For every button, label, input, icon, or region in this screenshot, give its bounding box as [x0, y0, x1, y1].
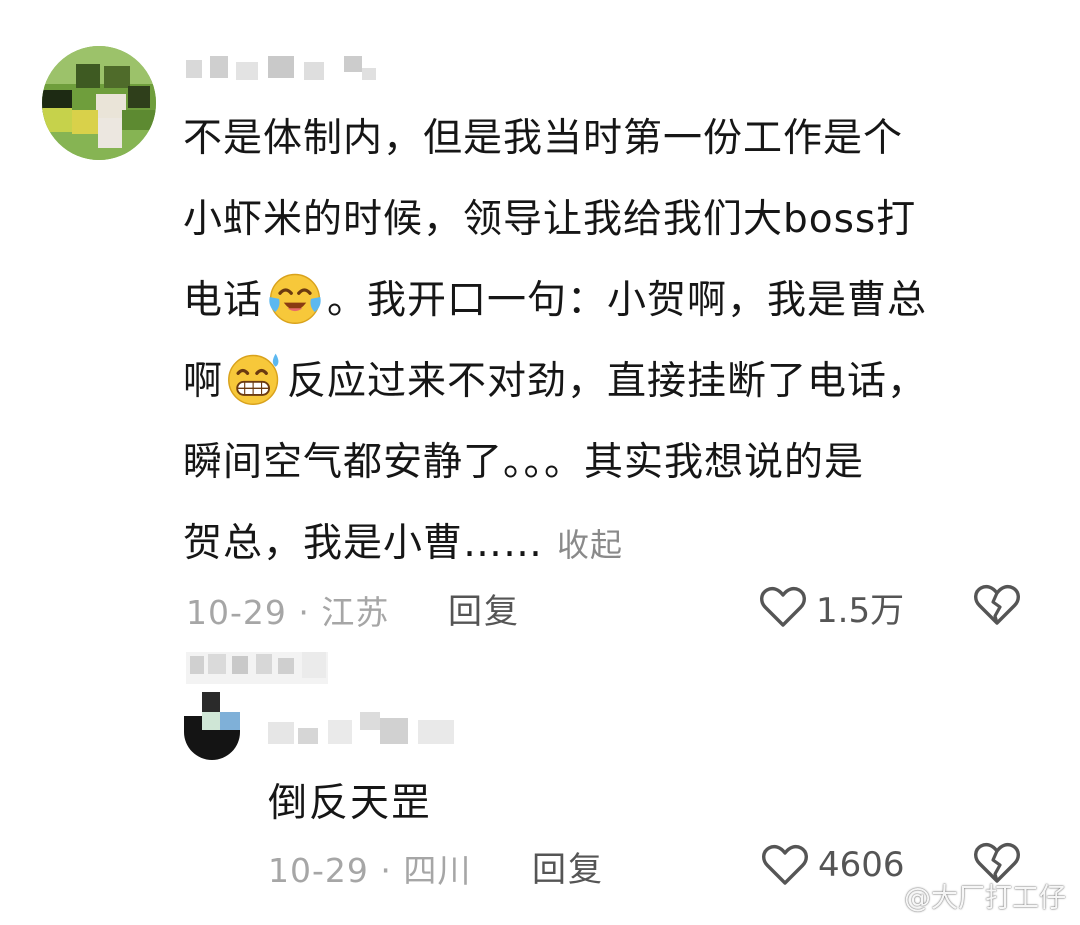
like-count: 1.5万 [816, 590, 905, 631]
comment-date-location: 10-29 · 江苏 [186, 593, 390, 632]
weibo-watermark: @大厂打工仔 [860, 876, 1066, 915]
comment-meta-row: 10-29 · 江苏 回复 1.5万 [186, 580, 1036, 634]
comment-line: 小虾米的时候，领导让我给我们大boss打 [183, 197, 917, 242]
collapse-link[interactable]: 收起 [557, 526, 623, 564]
comment-line: 不是体制内，但是我当时第一份工作是个 [183, 116, 904, 161]
comment-line: 电话 [183, 278, 264, 323]
commenter-avatar[interactable] [42, 46, 156, 160]
dislike-button[interactable] [974, 584, 1020, 634]
like-button[interactable]: 1.5万 [760, 580, 904, 634]
comment-line: 反应过来不对劲，直接挂断了电话， [287, 359, 928, 404]
commenter-username-blurred[interactable] [186, 56, 382, 82]
watermark-text: @大厂打工仔 [904, 883, 1066, 914]
crying-laughing-emoji [269, 273, 321, 324]
reply-reply-button[interactable]: 回复 [532, 842, 604, 891]
reply-button[interactable]: 回复 [448, 584, 520, 633]
broken-heart-icon [974, 584, 1020, 625]
comment-line: 贺总，我是小曹…… [183, 521, 544, 566]
comment-text: 不是体制内，但是我当时第一份工作是个 小虾米的时候，领导让我给我们大boss打 … [183, 98, 1023, 586]
replier-avatar[interactable] [184, 690, 240, 760]
replier-username-blurred[interactable] [268, 708, 458, 748]
reply-date-location: 10-29 · 四川 [268, 851, 472, 890]
sweat-grin-emoji [228, 353, 279, 405]
reply-text: 倒反天罡 [268, 781, 433, 826]
reply-context-blurred [186, 646, 328, 686]
weibo-logo-icon [861, 882, 898, 911]
heart-icon [762, 844, 808, 885]
comment-line: 啊 [183, 359, 224, 404]
heart-icon [760, 586, 806, 627]
comment-line: 。我开口一句：小贺啊，我是曹总 [327, 278, 928, 323]
comment-line: 瞬间空气都安静了。。。其实我想说的是 [183, 440, 865, 485]
